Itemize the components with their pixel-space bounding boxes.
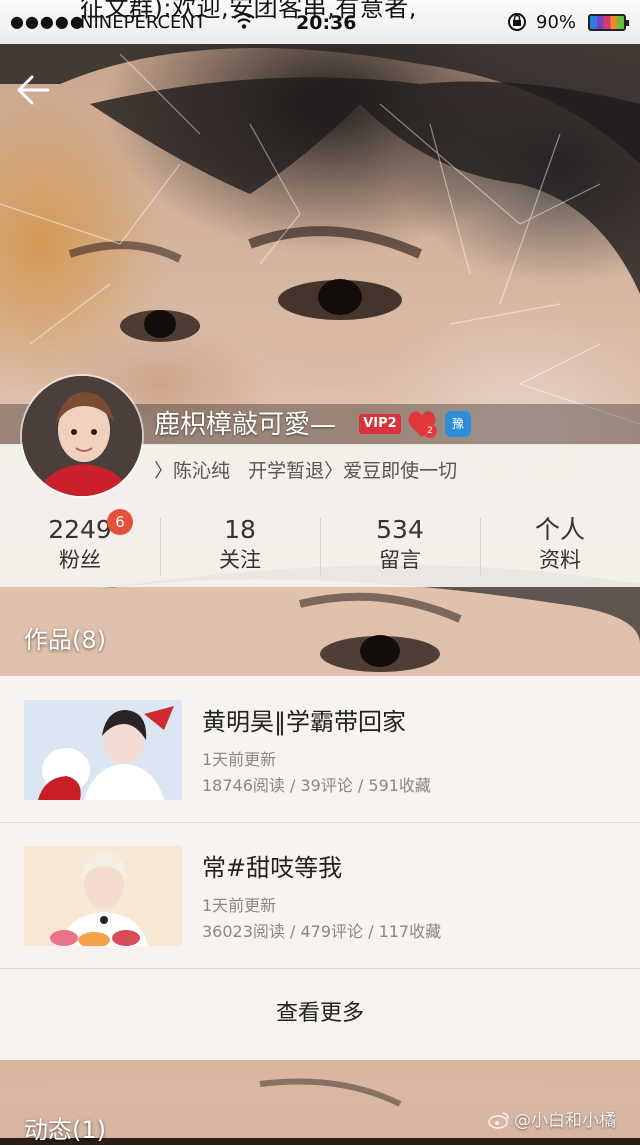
battery-icon (588, 14, 629, 31)
weibo-logo-icon (488, 1111, 510, 1129)
work-cover-image (24, 846, 182, 946)
view-more-button[interactable]: 查看更多 (0, 972, 640, 1056)
work-updated: 1天前更新 (202, 896, 277, 915)
work-stats: 36023阅读 / 479评论 / 117收藏 (202, 922, 442, 941)
activity-section-title: 动态(1) (24, 1116, 106, 1144)
back-arrow-icon (17, 75, 50, 105)
heart-count: 2 (423, 424, 437, 438)
status-bar: ●●●●● NINEPERCENT 20:36 90% 征文群):欢迎,安团客串… (0, 0, 640, 44)
rotation-lock-icon (506, 12, 528, 37)
divider (0, 968, 640, 969)
stats-bar: 2249 粉丝 18 关注 534 留言 个人 资料 (0, 512, 640, 584)
stat-profile[interactable]: 个人 资料 (480, 512, 640, 584)
work-updated: 1天前更新 (202, 750, 277, 769)
work-title: 常#甜吱等我 (202, 854, 343, 882)
watermark: @小白和小橘 (488, 1106, 616, 1131)
work-item[interactable]: 黄明昊‖学霸带回家 1天前更新 18746阅读 / 39评论 / 591收藏 (0, 676, 640, 824)
stat-value: 18 (224, 515, 256, 544)
stat-label: 粉丝 (59, 548, 101, 572)
stat-value: 2249 (48, 515, 112, 544)
stat-label: 资料 (539, 548, 581, 572)
watermark-text: @小白和小橘 (514, 1111, 616, 1131)
avatar[interactable] (20, 374, 144, 498)
username: 鹿枳樟敲可愛— (154, 410, 337, 440)
fans-notification-badge: 6 (107, 509, 133, 535)
work-cover-image (24, 700, 182, 800)
stat-label: 关注 (219, 548, 261, 572)
battery-percent: 90% (536, 12, 577, 33)
stat-value: 534 (376, 515, 424, 544)
profile-bio: 〉陈沁纯 开学暂退〉爱豆即使一切 (154, 460, 458, 482)
vip-badge: VIP2 (359, 414, 401, 434)
stat-label: 留言 (379, 548, 421, 572)
works-section-title: 作品(8) (24, 626, 106, 654)
work-title: 黄明昊‖学霸带回家 (202, 708, 406, 736)
stat-value: 个人 (534, 515, 585, 544)
back-button[interactable] (12, 68, 56, 112)
stat-messages[interactable]: 534 留言 (320, 512, 480, 584)
work-stats: 18746阅读 / 39评论 / 591收藏 (202, 776, 431, 795)
stat-following[interactable]: 18 关注 (160, 512, 320, 584)
signal-strength-icon: ●●●●● (10, 12, 85, 31)
work-item[interactable]: 常#甜吱等我 1天前更新 36023阅读 / 479评论 / 117收藏 (0, 822, 640, 970)
stat-fans[interactable]: 2249 粉丝 (0, 512, 160, 584)
level-badge: 豫 (445, 411, 471, 437)
overlay-caption: 征文群):欢迎,安团客串,有意者, (80, 0, 417, 22)
